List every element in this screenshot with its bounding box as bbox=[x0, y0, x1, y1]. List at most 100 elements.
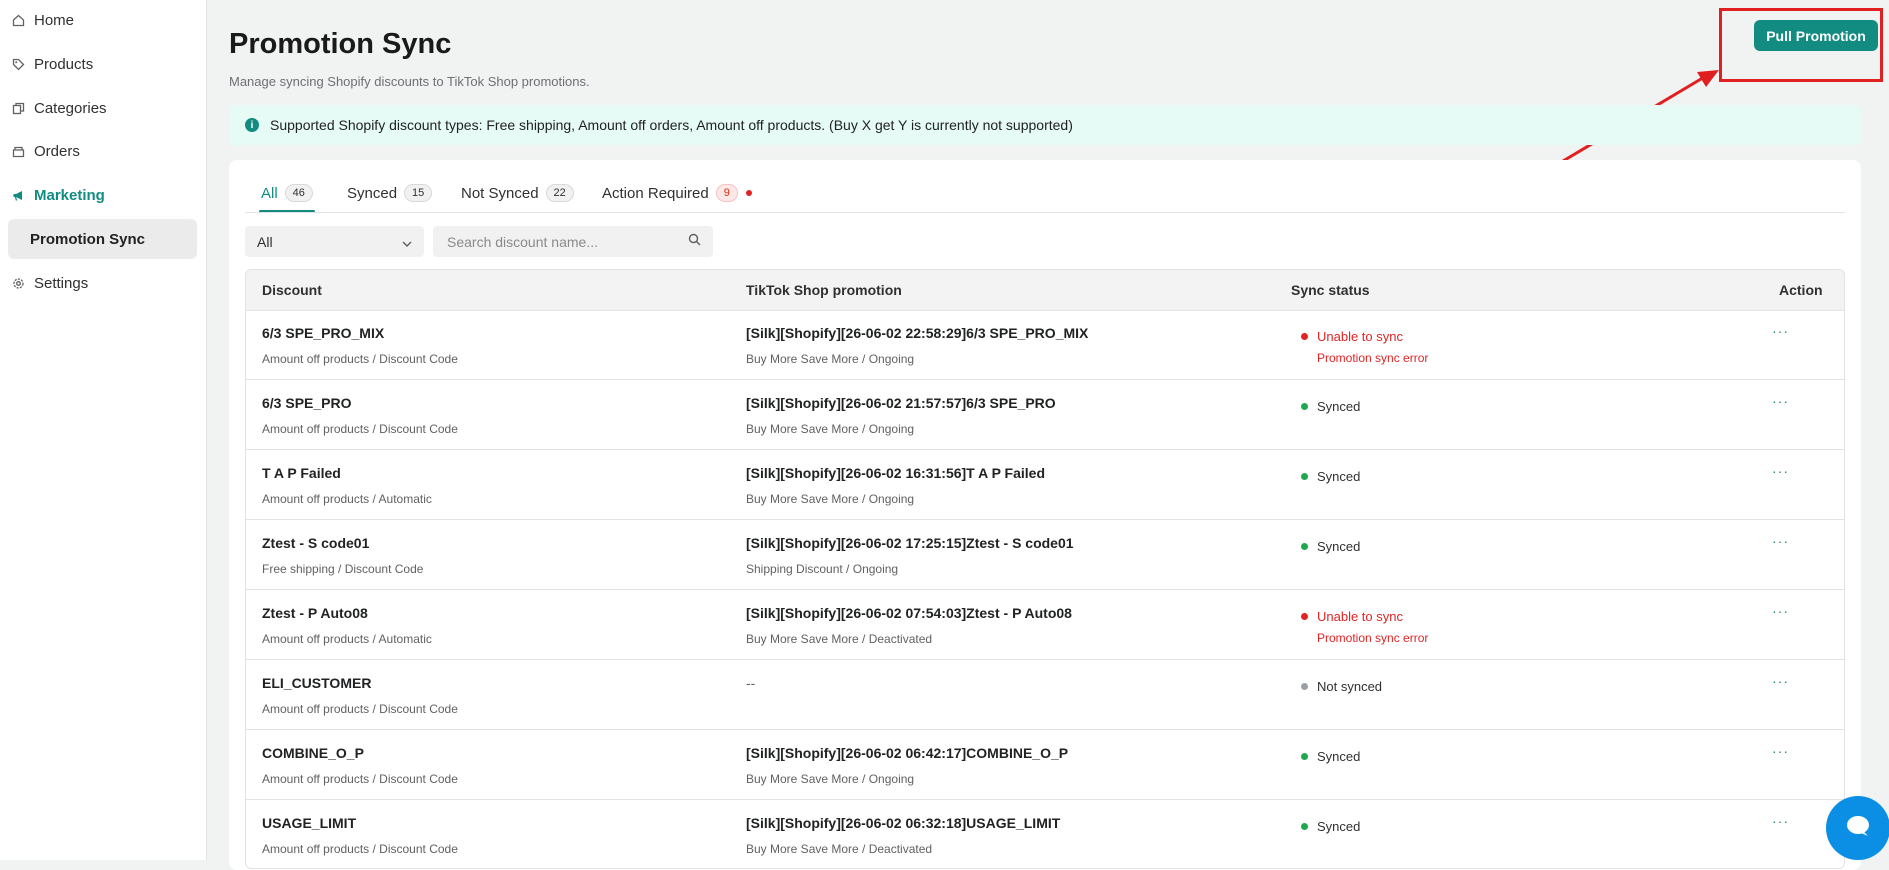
sidebar-item-settings[interactable]: Settings bbox=[0, 263, 206, 303]
info-banner: i Supported Shopify discount types: Free… bbox=[229, 105, 1861, 145]
search-icon[interactable] bbox=[688, 233, 701, 251]
discount-name: Ztest - S code01 bbox=[262, 535, 370, 551]
discount-type: Amount off products / Discount Code bbox=[262, 422, 458, 436]
tab-not-synced[interactable]: Not Synced 22 bbox=[461, 184, 574, 202]
info-icon: i bbox=[245, 118, 259, 132]
sidebar-item-label: Promotion Sync bbox=[30, 230, 146, 248]
sidebar-item-label: Products bbox=[34, 55, 94, 73]
sidebar-item-label: Orders bbox=[34, 142, 80, 160]
tiktok-promotion-name: [Silk][Shopify][26-06-02 06:42:17]COMBIN… bbox=[746, 745, 1069, 761]
sidebar-item-marketing[interactable]: Marketing bbox=[0, 175, 206, 215]
sidebar-item-products[interactable]: Products bbox=[0, 44, 206, 84]
discount-name: Ztest - P Auto08 bbox=[262, 605, 368, 621]
table-header: Discount TikTok Shop promotion Sync stat… bbox=[246, 270, 1844, 311]
tab-label: Synced bbox=[347, 184, 398, 202]
status-label: Unable to sync bbox=[1317, 329, 1403, 344]
tab-label: Action Required bbox=[602, 184, 709, 202]
home-icon bbox=[11, 13, 25, 27]
tiktok-promotion-detail: Buy More Save More / Deactivated bbox=[746, 632, 933, 646]
tiktok-promotion-name: [Silk][Shopify][26-06-02 17:25:15]Ztest … bbox=[746, 535, 1074, 551]
sidebar-item-promotion-sync[interactable]: Promotion Sync bbox=[8, 219, 197, 259]
tag-icon bbox=[11, 57, 25, 71]
status-dot bbox=[1301, 543, 1308, 550]
column-header-sync-status: Sync status bbox=[1291, 282, 1370, 298]
discount-name: T A P Failed bbox=[262, 465, 341, 481]
status-filter-select[interactable]: All bbox=[245, 226, 424, 257]
tab-count: 15 bbox=[404, 184, 433, 202]
tab-bar: All 46 Synced 15 Not Synced 22 Action Re… bbox=[229, 160, 1861, 213]
tiktok-promotion-detail: Buy More Save More / Ongoing bbox=[746, 772, 915, 786]
status-dot bbox=[1301, 333, 1308, 340]
status-dot bbox=[1301, 823, 1308, 830]
sidebar-item-label: Home bbox=[34, 11, 75, 29]
discount-type: Amount off products / Discount Code bbox=[262, 702, 458, 716]
alert-dot bbox=[745, 190, 752, 196]
tiktok-promotion-name: -- bbox=[746, 675, 756, 691]
tiktok-promotion-name: [Silk][Shopify][26-06-02 06:32:18]USAGE_… bbox=[746, 815, 1061, 831]
table-row: Ztest - P Auto08 Amount off products / Au… bbox=[246, 590, 1844, 660]
discount-type: Free shipping / Discount Code bbox=[262, 562, 424, 576]
row-actions-button[interactable]: ··· bbox=[1772, 533, 1789, 549]
row-actions-button[interactable]: ··· bbox=[1772, 323, 1789, 339]
row-actions-button[interactable]: ··· bbox=[1772, 673, 1789, 689]
row-actions-button[interactable]: ··· bbox=[1772, 603, 1789, 619]
discount-type: Amount off products / Automatic bbox=[262, 492, 432, 506]
row-actions-button[interactable]: ··· bbox=[1772, 463, 1789, 479]
sidebar-item-orders[interactable]: Orders bbox=[0, 131, 206, 171]
row-actions-button[interactable]: ··· bbox=[1772, 813, 1789, 829]
main-card: All 46 Synced 15 Not Synced 22 Action Re… bbox=[229, 160, 1861, 870]
status-detail: Promotion sync error bbox=[1317, 631, 1429, 645]
search-input[interactable] bbox=[445, 232, 688, 251]
tab-synced[interactable]: Synced 15 bbox=[347, 184, 433, 202]
table-row: ELI_CUSTOMER Amount off products / Discou… bbox=[246, 660, 1844, 730]
column-header-tiktok-promotion: TikTok Shop promotion bbox=[746, 282, 902, 298]
promotions-table: Discount TikTok Shop promotion Sync stat… bbox=[245, 269, 1845, 869]
status-label: Synced bbox=[1317, 749, 1361, 764]
tiktok-promotion-detail: Buy More Save More / Ongoing bbox=[746, 492, 915, 506]
row-actions-button[interactable]: ··· bbox=[1772, 393, 1789, 409]
sidebar: Home Products Categories Orders Marketin… bbox=[0, 0, 207, 860]
sync-status: Synced bbox=[1301, 539, 1360, 554]
status-label: Unable to sync bbox=[1317, 609, 1403, 624]
sync-status: Synced bbox=[1301, 469, 1360, 484]
sidebar-item-label: Settings bbox=[34, 274, 89, 292]
chat-support-button[interactable] bbox=[1826, 796, 1889, 860]
discount-type: Amount off products / Discount Code bbox=[262, 352, 458, 366]
row-actions-button[interactable]: ··· bbox=[1772, 743, 1789, 759]
tiktok-promotion-detail: Buy More Save More / Deactivated bbox=[746, 842, 933, 856]
tiktok-promotion-name: [Silk][Shopify][26-06-02 21:57:57]6/3 SP… bbox=[746, 395, 1056, 411]
sidebar-item-categories[interactable]: Categories bbox=[0, 88, 206, 128]
table-row: COMBINE_O_P Amount off products / Discoun… bbox=[246, 730, 1844, 800]
tiktok-promotion-detail: Buy More Save More / Ongoing bbox=[746, 422, 915, 436]
tab-action-required[interactable]: Action Required 9 bbox=[602, 184, 752, 202]
sync-status: Unable to sync bbox=[1301, 329, 1403, 344]
status-label: Synced bbox=[1317, 819, 1361, 834]
discount-type: Amount off products / Automatic bbox=[262, 632, 432, 646]
categories-icon bbox=[11, 101, 25, 115]
banner-text: Supported Shopify discount types: Free s… bbox=[270, 117, 1073, 133]
column-header-action: Action bbox=[1779, 282, 1823, 298]
table-row: 6/3 SPE_PRO Amount off products / Discoun… bbox=[246, 380, 1844, 450]
status-dot bbox=[1301, 613, 1308, 620]
status-detail: Promotion sync error bbox=[1317, 351, 1429, 365]
status-dot bbox=[1301, 473, 1308, 480]
status-dot bbox=[1301, 753, 1308, 760]
orders-icon bbox=[11, 144, 25, 158]
annotation-highlight-box bbox=[1719, 8, 1883, 82]
tiktok-promotion-name: [Silk][Shopify][26-06-02 22:58:29]6/3 SP… bbox=[746, 325, 1089, 341]
sidebar-item-home[interactable]: Home bbox=[0, 0, 206, 40]
sync-status: Synced bbox=[1301, 399, 1360, 414]
discount-name: COMBINE_O_P bbox=[262, 745, 364, 761]
discount-name: 6/3 SPE_PRO bbox=[262, 395, 352, 411]
tab-count: 22 bbox=[545, 184, 574, 202]
tab-all[interactable]: All 46 bbox=[261, 184, 313, 202]
sync-status: Unable to sync bbox=[1301, 609, 1403, 624]
discount-type: Amount off products / Discount Code bbox=[262, 842, 458, 856]
tiktok-promotion-detail: Buy More Save More / Ongoing bbox=[746, 352, 915, 366]
table-row: Ztest - S code01 Free shipping / Discount… bbox=[246, 520, 1844, 590]
status-label: Synced bbox=[1317, 539, 1361, 554]
sync-status: Synced bbox=[1301, 819, 1360, 834]
sync-status: Synced bbox=[1301, 749, 1360, 764]
tab-label: Not Synced bbox=[461, 184, 539, 202]
sync-status: Not synced bbox=[1301, 679, 1382, 694]
